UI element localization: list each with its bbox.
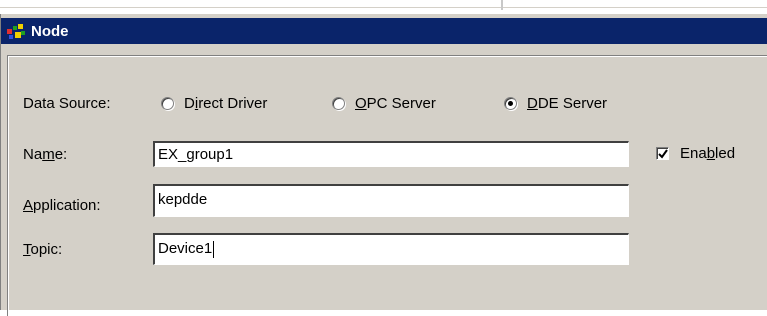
application-label: Application: [23,197,101,214]
dde-server-label: DDE Server [527,95,608,112]
enabled-checkbox[interactable]: Enabled [656,145,735,162]
check-icon [658,149,668,159]
window-title: Node [31,22,69,40]
direct-driver-radio-dot[interactable] [161,97,174,110]
name-label: Name: [23,146,68,163]
top-divider [0,7,767,8]
opc-server-label: OPC Server [355,95,436,112]
direct-driver-label: Direct Driver [184,95,268,112]
node-app-icon [7,22,27,40]
enabled-checkbox-box[interactable] [656,147,669,160]
topic-field[interactable]: Device1 [153,233,629,265]
text-caret [213,240,215,258]
data-source-label: Data Source: [23,95,111,112]
direct-driver-radio[interactable]: Direct Driver [161,95,267,112]
opc-server-radio-dot[interactable] [332,97,345,110]
name-field[interactable]: EX_group1 [153,141,629,167]
dialog-client-area: Data Source: Direct Driver OPC Server DD… [1,45,767,316]
dde-server-radio-dot[interactable] [504,97,517,110]
dde-server-radio[interactable]: DDE Server [504,95,607,112]
opc-server-radio[interactable]: OPC Server [332,95,436,112]
title-bar[interactable]: Node [1,18,767,44]
application-field[interactable]: kepdde [153,184,629,217]
top-splitter[interactable] [501,0,503,10]
enabled-label: Enabled [680,145,736,162]
topic-label: Topic: [23,241,63,258]
topic-value: Device1 [158,240,213,257]
node-window: Node Data Source: Direct Driver OPC Serv… [0,14,767,316]
top-strip [0,0,767,14]
